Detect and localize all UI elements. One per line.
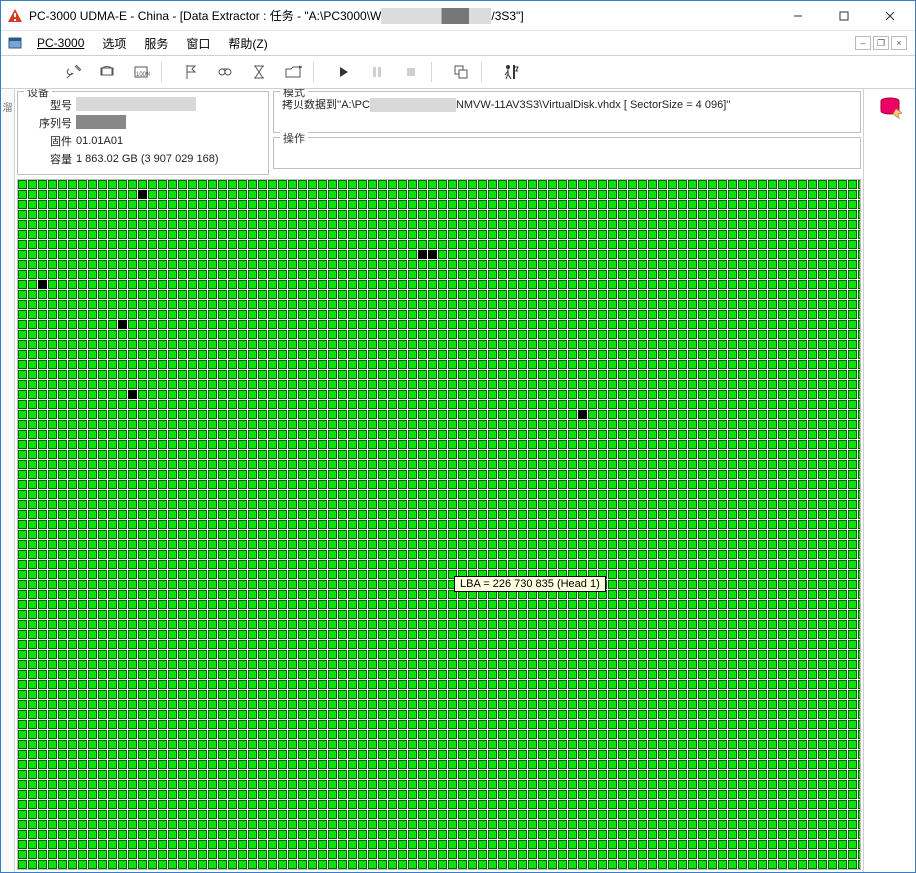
tools-button[interactable] [56,58,90,86]
close-button[interactable] [867,1,913,31]
find-button[interactable] [208,58,242,86]
sector-map[interactable]: ▲ ▼ LBA = 226 730 835 (Head 1) [17,179,861,870]
stop-button[interactable] [394,58,428,86]
folder-button[interactable] [276,58,310,86]
toolbar: 100% [1,55,915,89]
titlebar: PC-3000 UDMA-E - China - [Data Extractor… [1,1,915,31]
menubar: PC-3000 选项 服务 窗口 帮助(Z) – ❐ × [1,31,915,55]
capacity-value: 1 863.02 GB (3 907 029 168) [76,153,219,165]
cascade-button[interactable] [444,58,478,86]
capacity-label: 容量 [26,151,72,167]
mdi-close-button[interactable]: × [891,36,907,50]
mode-panel-label: 模式 [280,89,308,100]
serial-label: 序列号 [26,115,72,131]
mode-panel: 模式 拷贝数据到''A:\PCNMVW-11AV3S3\VirtualDisk.… [273,91,861,133]
minimize-button[interactable] [775,1,821,31]
mdi-restore-button[interactable]: ❐ [873,36,889,50]
title-redacted [381,8,491,24]
menu-pc3000[interactable]: PC-3000 [33,34,88,52]
maximize-button[interactable] [821,1,867,31]
mdi-minimize-button[interactable]: – [855,36,871,50]
app-window: PC-3000 UDMA-E - China - [Data Extractor… [0,0,916,873]
device-panel: 设备 型号 序列号 固件01.01A01 容量1 863.02 GB (3 90… [17,91,269,175]
pause-button[interactable] [360,58,394,86]
right-sidebar [863,89,915,872]
menu-options[interactable]: 选项 [98,33,130,54]
menu-window[interactable]: 窗口 [182,33,214,54]
menubar-app-icon [7,35,23,51]
app-icon [7,8,23,24]
mode-value: 拷贝数据到''A:\PCNMVW-11AV3S3\VirtualDisk.vhd… [282,96,730,112]
operation-panel-label: 操作 [280,130,308,146]
exit-button[interactable] [494,58,528,86]
mdi-controls: – ❐ × [855,36,909,50]
left-sidebar-collapsed[interactable]: 溜 [1,89,15,872]
firmware-value: 01.01A01 [76,135,123,147]
menu-help[interactable]: 帮助(Z) [224,33,271,54]
menu-service[interactable]: 服务 [140,33,172,54]
play-button[interactable] [326,58,360,86]
svg-text:100%: 100% [136,72,150,78]
flag-button[interactable] [174,58,208,86]
firmware-label: 固件 [26,133,72,149]
hourglass-button[interactable] [242,58,276,86]
disk-icon[interactable] [878,95,902,119]
sector-map-canvas[interactable] [18,180,861,869]
serial-value [76,115,126,132]
lba-tooltip: LBA = 226 730 835 (Head 1) [454,576,606,592]
window-title: PC-3000 UDMA-E - China - [Data Extractor… [29,7,775,25]
ruler-button[interactable] [90,58,124,86]
model-value [76,97,196,114]
operation-panel: 操作 [273,137,861,169]
device-panel-label: 设备 [24,89,52,100]
percent-button[interactable]: 100% [124,58,158,86]
